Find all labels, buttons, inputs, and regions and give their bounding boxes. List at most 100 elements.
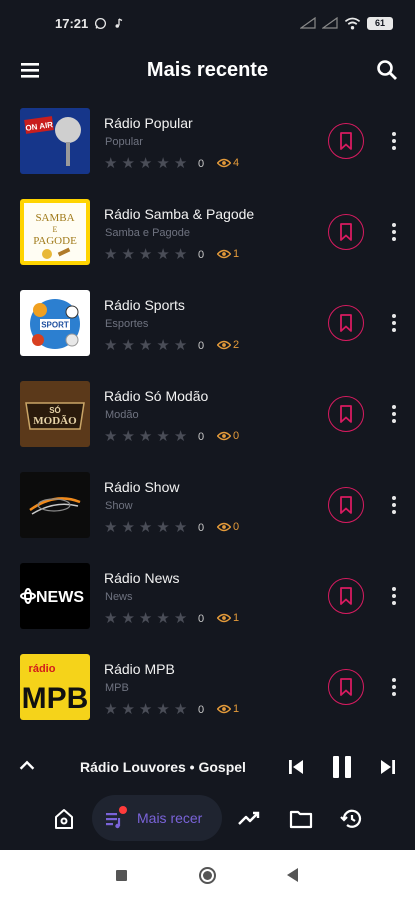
more-options-icon[interactable] (384, 493, 404, 517)
status-bar: 17:21 61 (0, 0, 415, 46)
bookmark-button[interactable] (328, 669, 364, 705)
star-rating[interactable]: ★ ★ ★ ★ ★ (104, 611, 187, 626)
station-genre: Esportes (105, 318, 149, 330)
chevron-up-icon[interactable] (16, 755, 38, 777)
pause-icon[interactable] (329, 753, 355, 781)
svg-text:NEWS: NEWS (36, 589, 84, 606)
menu-icon[interactable] (18, 58, 42, 82)
star-icon: ★ (138, 701, 153, 718)
svg-text:PAGODE: PAGODE (33, 235, 77, 247)
radio-mpb-logo: rádio MPB (20, 654, 90, 720)
list-item[interactable]: Rádio Show Show ★ ★ ★ ★ ★ 0 0 (0, 469, 415, 560)
nav-item-recent[interactable]: Mais recer (92, 795, 222, 841)
star-rating[interactable]: ★ ★ ★ ★ ★ (104, 338, 187, 353)
whatsapp-icon (95, 17, 107, 29)
star-rating[interactable]: ★ ★ ★ ★ ★ (104, 156, 187, 171)
view-count: 0 (217, 430, 239, 442)
station-list: ON AIR Rádio Popular Popular ★ ★ ★ ★ ★ 0 4 S… (0, 105, 415, 742)
bookmark-icon (340, 314, 352, 332)
home-icon[interactable] (51, 806, 77, 832)
rating-count: 0 (198, 340, 205, 352)
station-logo (20, 472, 90, 538)
station-genre: Modão (105, 409, 139, 421)
bookmark-button[interactable] (328, 578, 364, 614)
view-count: 0 (217, 521, 239, 533)
station-logo: SAMBA E PAGODE (20, 199, 90, 265)
bookmark-button[interactable] (328, 214, 364, 250)
svg-text:rádio: rádio (29, 663, 56, 675)
music-note-icon (115, 17, 123, 28)
more-options-icon[interactable] (384, 129, 404, 153)
recent-apps-icon[interactable] (116, 870, 127, 881)
star-icon: ★ (121, 246, 135, 263)
bookmark-icon (340, 132, 352, 150)
star-icon: ★ (104, 246, 118, 263)
bookmark-button[interactable] (328, 123, 364, 159)
star-icon: ★ (138, 155, 153, 172)
station-genre: MPB (105, 682, 129, 694)
status-time: 17:21 (55, 15, 89, 31)
star-icon: ★ (104, 519, 118, 536)
skip-next-icon[interactable] (376, 755, 400, 779)
star-rating[interactable]: ★ ★ ★ ★ ★ (104, 702, 187, 717)
star-icon: ★ (173, 428, 188, 445)
view-count: 1 (217, 612, 239, 624)
station-name: Rádio News (104, 570, 180, 586)
star-rating[interactable]: ★ ★ ★ ★ ★ (104, 247, 187, 262)
view-count: 1 (217, 703, 239, 715)
view-count: 2 (217, 339, 239, 351)
view-count: 1 (217, 248, 239, 260)
list-item[interactable]: SAMBA E PAGODE Rádio Samba & Pagode Samb… (0, 196, 415, 287)
star-icon: ★ (104, 337, 118, 354)
mini-player[interactable]: Rádio Louvores • Gospel (0, 745, 415, 789)
star-icon: ★ (173, 519, 188, 536)
star-icon: ★ (173, 701, 188, 718)
star-icon: ★ (121, 337, 135, 354)
station-name: Rádio Sports (104, 297, 185, 313)
radio-show-logo (20, 472, 90, 538)
bookmark-icon (340, 587, 352, 605)
bookmark-button[interactable] (328, 487, 364, 523)
star-icon: ★ (138, 246, 153, 263)
star-icon: ★ (173, 610, 188, 627)
list-item[interactable]: NEWS Rádio News News ★ ★ ★ ★ ★ 0 1 (0, 560, 415, 651)
star-rating[interactable]: ★ ★ ★ ★ ★ (104, 429, 187, 444)
bookmark-button[interactable] (328, 396, 364, 432)
station-logo: SÓ MODÃO (20, 381, 90, 447)
bookmark-button[interactable] (328, 305, 364, 341)
search-icon[interactable] (375, 58, 399, 82)
more-options-icon[interactable] (384, 675, 404, 699)
back-icon[interactable] (287, 868, 298, 882)
rating-count: 0 (198, 613, 205, 625)
view-count: 4 (217, 157, 239, 169)
more-options-icon[interactable] (384, 311, 404, 335)
list-item[interactable]: rádio MPB Rádio MPB MPB ★ ★ ★ ★ ★ 0 1 (0, 651, 415, 742)
star-icon: ★ (121, 701, 135, 718)
trending-icon[interactable] (236, 806, 262, 832)
home-button-icon[interactable] (199, 867, 216, 884)
more-options-icon[interactable] (384, 584, 404, 608)
list-item[interactable]: SPORT Rádio Sports Esportes ★ ★ ★ ★ ★ 0 2 (0, 287, 415, 378)
history-icon[interactable] (339, 806, 365, 832)
skip-previous-icon[interactable] (284, 755, 308, 779)
list-item[interactable]: SÓ MODÃO Rádio Só Modão Modão ★ ★ ★ ★ ★ 0 0 (0, 378, 415, 469)
rating-count: 0 (198, 158, 205, 170)
eye-icon (217, 340, 231, 350)
station-genre: Samba e Pagode (105, 227, 191, 239)
nav-label: Mais recer (137, 810, 203, 826)
rating-count: 0 (198, 249, 205, 261)
more-options-icon[interactable] (384, 402, 404, 426)
star-icon: ★ (173, 155, 188, 172)
station-name: Rádio MPB (104, 661, 175, 677)
wifi-icon (344, 17, 361, 29)
star-icon: ★ (121, 155, 135, 172)
star-icon: ★ (104, 701, 118, 718)
more-options-icon[interactable] (384, 220, 404, 244)
star-rating[interactable]: ★ ★ ★ ★ ★ (104, 520, 187, 535)
list-item[interactable]: ON AIR Rádio Popular Popular ★ ★ ★ ★ ★ 0 4 (0, 105, 415, 196)
page-title: Mais recente (146, 58, 269, 81)
folder-icon[interactable] (288, 806, 314, 832)
eye-icon (217, 249, 231, 259)
rating-count: 0 (198, 431, 205, 443)
eye-icon (217, 704, 231, 714)
